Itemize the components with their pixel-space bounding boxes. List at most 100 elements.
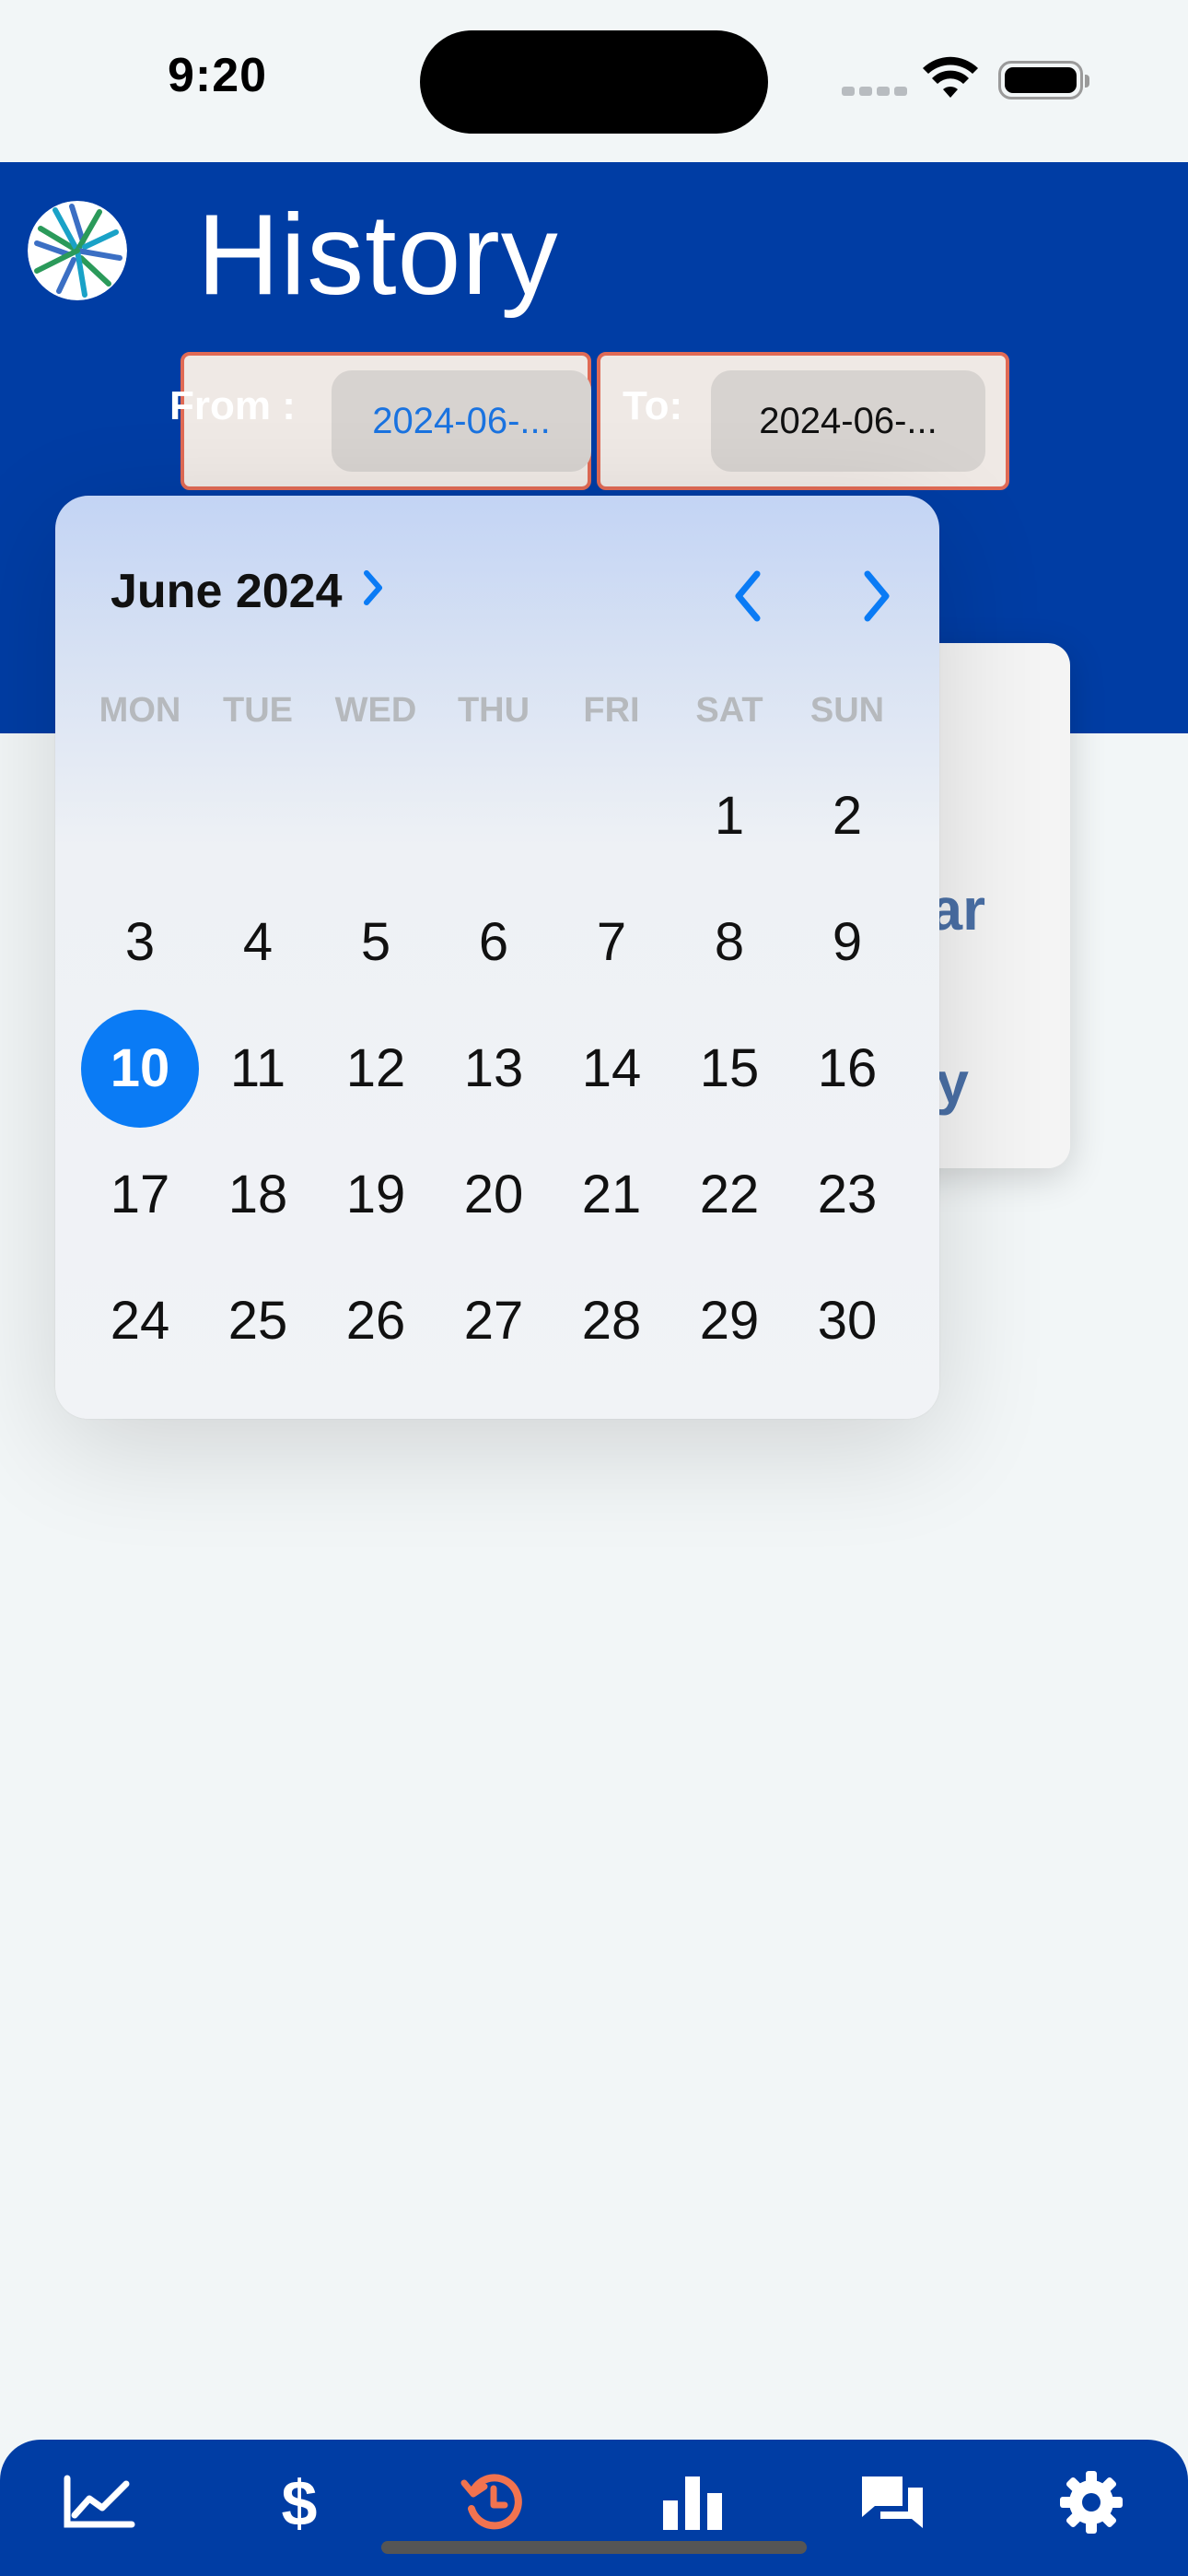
calendar-day-number: 16 xyxy=(817,1038,878,1098)
calendar-day-number: 2 xyxy=(832,786,863,846)
bottom-navigation: $ xyxy=(0,2440,1188,2576)
home-indicator xyxy=(381,2541,807,2554)
calendar-day[interactable]: 3 xyxy=(81,884,199,1001)
calendar-day-number: 18 xyxy=(227,1165,288,1224)
wifi-icon xyxy=(923,56,978,98)
calendar-day[interactable]: 13 xyxy=(435,1010,553,1128)
calendar-day-number: 15 xyxy=(699,1038,760,1098)
from-date-button[interactable]: 2024-06-... xyxy=(332,370,591,472)
calendar-day-number: 9 xyxy=(832,912,863,972)
calendar-day-number: 30 xyxy=(817,1291,878,1351)
from-label: From : xyxy=(169,383,296,428)
calendar-day-number: 23 xyxy=(817,1165,878,1224)
calendar-day-number: 26 xyxy=(345,1291,406,1351)
calendar-day-number: 5 xyxy=(360,912,391,972)
calendar-day[interactable]: 25 xyxy=(199,1262,317,1380)
weekday-label: SUN xyxy=(809,691,885,730)
calendar-day[interactable]: 17 xyxy=(81,1136,199,1254)
calendar-day-number: 29 xyxy=(699,1291,760,1351)
calendar-day[interactable]: 18 xyxy=(199,1136,317,1254)
calendar-day-number: 19 xyxy=(345,1165,406,1224)
nav-stats[interactable] xyxy=(652,2465,735,2539)
calendar-day-number: 24 xyxy=(110,1291,170,1351)
month-year-button[interactable]: June 2024 xyxy=(111,564,343,619)
status-time: 9:20 xyxy=(168,49,268,102)
weekday-label: MON xyxy=(99,691,181,730)
nav-history[interactable] xyxy=(451,2465,534,2539)
chevron-left-icon xyxy=(735,570,761,622)
date-picker-popover: June 2024 MON TUE WED THU FRI SAT SUN 12345678… xyxy=(55,496,939,1419)
chevron-right-icon xyxy=(864,570,890,622)
app-logo xyxy=(28,201,127,300)
calendar-day-number: 12 xyxy=(345,1038,406,1098)
calendar-day-number: 25 xyxy=(227,1291,288,1351)
calendar-day[interactable]: 21 xyxy=(553,1136,670,1254)
calendar-day[interactable]: 15 xyxy=(670,1010,788,1128)
calendar-day[interactable]: 20 xyxy=(435,1136,553,1254)
calendar-day[interactable]: 1 xyxy=(670,757,788,875)
calendar-day[interactable]: 26 xyxy=(317,1262,435,1380)
to-label: To: xyxy=(623,383,683,428)
nav-chat[interactable] xyxy=(851,2465,934,2539)
history-icon xyxy=(460,2474,522,2530)
calendar-day[interactable]: 5 xyxy=(317,884,435,1001)
weekday-label: SAT xyxy=(695,691,763,730)
nav-trending[interactable] xyxy=(57,2465,140,2539)
calendar-day-number: 27 xyxy=(463,1291,524,1351)
battery-icon xyxy=(998,61,1089,100)
calendar-day[interactable]: 7 xyxy=(553,884,670,1001)
calendar-day-number: 3 xyxy=(124,912,156,972)
weekday-header: MON TUE WED THU FRI SAT SUN xyxy=(81,691,906,737)
calendar-day[interactable]: 30 xyxy=(788,1262,906,1380)
calendar-day-number: 14 xyxy=(581,1038,642,1098)
calendar-day[interactable]: 4 xyxy=(199,884,317,1001)
calendar-day-number: 7 xyxy=(596,912,627,972)
calendar-day-number: 1 xyxy=(714,786,745,846)
to-date-button[interactable]: 2024-06-... xyxy=(711,370,985,472)
nav-dollar[interactable]: $ xyxy=(258,2465,341,2539)
settings-gear-icon xyxy=(1060,2471,1123,2534)
bar-chart-icon xyxy=(663,2476,722,2530)
to-date-field[interactable]: To: 2024-06-... xyxy=(597,352,1009,490)
nav-settings[interactable] xyxy=(1050,2465,1133,2539)
calendar-day[interactable]: 14 xyxy=(553,1010,670,1128)
calendar-day[interactable]: 23 xyxy=(788,1136,906,1254)
page-title: History xyxy=(197,192,559,319)
calendar-day-number: 8 xyxy=(714,912,745,972)
calendar-day-number: 20 xyxy=(463,1165,524,1224)
calendar-day[interactable]: 6 xyxy=(435,884,553,1001)
previous-month-button[interactable] xyxy=(720,564,775,628)
calendar-day[interactable]: 8 xyxy=(670,884,788,1001)
calendar-day[interactable]: 28 xyxy=(553,1262,670,1380)
calendar-day-number: 21 xyxy=(581,1165,642,1224)
weekday-label: WED xyxy=(334,691,417,730)
calendar-day-number: 22 xyxy=(699,1165,760,1224)
calendar-day[interactable]: 2 xyxy=(788,757,906,875)
weekday-label: THU xyxy=(457,691,530,730)
background-card-text: y xyxy=(936,1049,969,1116)
weekday-label: FRI xyxy=(583,691,640,730)
status-bar: 9:20 xyxy=(0,0,1188,162)
calendar-day-selected[interactable]: 10 xyxy=(81,1010,199,1128)
calendar-day-number: 13 xyxy=(463,1038,524,1098)
calendar-day[interactable]: 12 xyxy=(317,1010,435,1128)
calendar-day[interactable]: 27 xyxy=(435,1262,553,1380)
calendar-day-number: 17 xyxy=(110,1165,170,1224)
calendar-day-number: 10 xyxy=(110,1038,170,1098)
chat-icon xyxy=(862,2476,923,2528)
next-month-button[interactable] xyxy=(849,564,904,628)
calendar-day[interactable]: 19 xyxy=(317,1136,435,1254)
calendar-day[interactable]: 11 xyxy=(199,1010,317,1128)
calendar-day-number: 4 xyxy=(242,912,274,972)
svg-text:$: $ xyxy=(282,2470,318,2535)
calendar-day[interactable]: 16 xyxy=(788,1010,906,1128)
trending-chart-icon xyxy=(64,2475,135,2528)
calendar-day[interactable]: 9 xyxy=(788,884,906,1001)
calendar-day[interactable]: 29 xyxy=(670,1262,788,1380)
chevron-right-icon[interactable] xyxy=(359,568,387,608)
calendar-day[interactable]: 24 xyxy=(81,1262,199,1380)
calendar-day[interactable]: 22 xyxy=(670,1136,788,1254)
calendar-day-number: 11 xyxy=(229,1038,286,1098)
from-date-field[interactable]: From : 2024-06-... xyxy=(169,352,591,490)
weekday-label: TUE xyxy=(223,691,293,730)
